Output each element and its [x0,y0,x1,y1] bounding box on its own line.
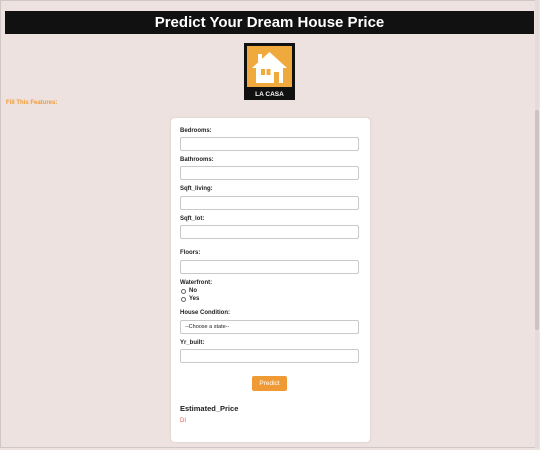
waterfront-option-no[interactable]: No [181,288,197,294]
waterfront-label: Waterfront: [180,280,213,286]
radio-no[interactable] [181,288,186,294]
estimated-price-label: Estimated_Price [180,404,239,413]
form-intro-label: Fill This Features: [6,100,58,106]
scrollbar-thumb[interactable] [535,110,539,330]
prediction-form: Bedrooms: Bathrooms: Sqft_living: Sqft_l… [171,118,370,442]
page-header: Predict Your Dream House Price [5,11,534,34]
estimated-price-value: DI [180,418,186,424]
bathrooms-label: Bathrooms: [180,157,214,163]
floors-label: Floors: [180,250,201,256]
predict-button[interactable]: Predict [252,376,287,391]
waterfront-option-yes[interactable]: Yes [181,296,199,302]
house-icon: LA CASA [247,46,292,98]
yr-built-input[interactable] [180,349,359,363]
bedrooms-input[interactable] [180,137,359,151]
sqft-living-input[interactable] [180,196,359,210]
sqft-living-label: Sqft_living: [180,186,213,192]
vertical-scrollbar[interactable] [535,0,539,448]
la-casa-logo: LA CASA [244,43,295,100]
logo-text: LA CASA [255,91,284,98]
bathrooms-input[interactable] [180,166,359,180]
radio-no-label: No [189,288,197,294]
house-condition-label: House Condition: [180,310,230,316]
radio-yes[interactable] [181,296,186,302]
yr-built-label: Yr_built: [180,340,205,346]
sqft-lot-label: Sqft_lot: [180,216,205,222]
sqft-lot-input[interactable] [180,225,359,239]
house-condition-select[interactable]: --Choose a state-- [180,320,359,334]
radio-yes-label: Yes [189,296,200,302]
floors-input[interactable] [180,260,359,274]
bedrooms-label: Bedrooms: [180,128,212,134]
